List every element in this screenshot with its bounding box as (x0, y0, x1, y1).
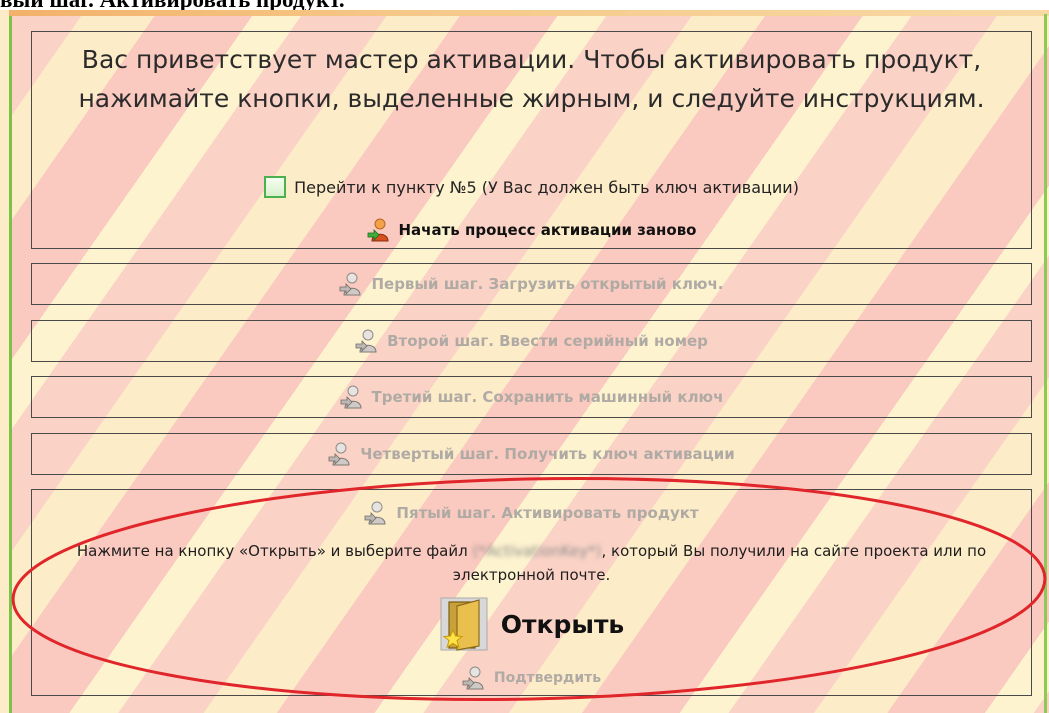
wizard-left-margin (0, 10, 9, 713)
step-5-panel: Пятый шаг. Активировать продукт Нажмите … (31, 489, 1032, 696)
user-arrow-icon (340, 385, 362, 409)
user-arrow-icon (355, 329, 377, 353)
skip-to-step5-option[interactable]: Перейти к пункту №5 (У Вас должен быть к… (32, 176, 1031, 198)
user-arrow-icon (367, 218, 389, 242)
restart-activation-button[interactable]: Начать процесс активации заново (32, 218, 1031, 242)
folder-star-icon (440, 597, 488, 651)
step-5-instruction: Нажмите на кнопку «Открыть» и выберите ф… (42, 539, 1021, 587)
step-4-button[interactable]: Четвертый шаг. Получить ключ активации (31, 433, 1032, 475)
user-arrow-icon (340, 272, 361, 296)
restart-label[interactable]: Начать процесс активации заново (399, 221, 697, 239)
intro-panel: Вас приветствует мастер активации. Чтобы… (31, 31, 1032, 249)
step-5-title: Пятый шаг. Активировать продукт (364, 501, 699, 525)
step-3-label[interactable]: Третий шаг. Сохранить машинный ключ (372, 388, 724, 406)
wizard-right-border (1044, 14, 1047, 713)
open-button-label[interactable]: Открыть (501, 610, 625, 639)
user-arrow-icon (364, 501, 386, 525)
skip-label[interactable]: Перейти к пункту №5 (У Вас должен быть к… (294, 178, 799, 197)
step-5-title-label: Пятый шаг. Активировать продукт (396, 504, 699, 522)
skip-checkbox[interactable] (264, 176, 287, 198)
step-4-label[interactable]: Четвертый шаг. Получить ключ активации (360, 445, 735, 463)
step-1-button[interactable]: Первый шаг. Загрузить открытый ключ. (31, 263, 1032, 305)
open-file-button[interactable]: Открыть (32, 596, 1031, 652)
confirm-button[interactable]: Подтвердить (462, 666, 601, 690)
wizard-top-border (0, 10, 1049, 16)
user-arrow-icon (328, 442, 350, 466)
step-2-button[interactable]: Второй шаг. Ввести серийный номер (31, 320, 1032, 362)
confirm-label[interactable]: Подтвердить (494, 670, 601, 686)
instruction-text-before: Нажмите на кнопку «Открыть» и выберите ф… (76, 542, 473, 560)
welcome-text: Вас приветствует мастер активации. Чтобы… (78, 45, 985, 113)
step-2-label[interactable]: Второй шаг. Ввести серийный номер (387, 332, 708, 350)
step-1-label[interactable]: Первый шаг. Загрузить открытый ключ. (371, 275, 723, 293)
user-arrow-icon (462, 666, 484, 690)
step-3-button[interactable]: Третий шаг. Сохранить машинный ключ (31, 376, 1032, 418)
blurred-filename: (*ActivationKey*) (472, 542, 602, 560)
wizard-left-border (9, 16, 12, 713)
